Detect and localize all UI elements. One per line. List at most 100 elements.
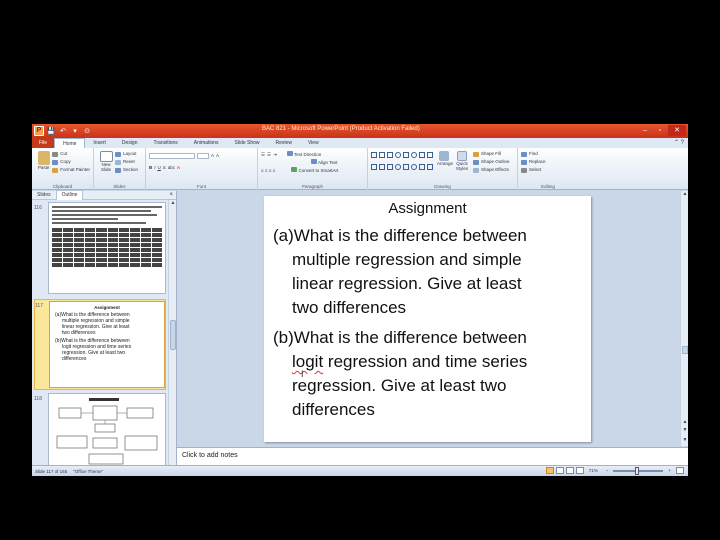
underline-icon[interactable]: U [158, 164, 161, 172]
font-color-icon[interactable]: A [177, 164, 180, 172]
indent-icon[interactable]: ⇥ [273, 151, 277, 159]
tab-review[interactable]: Review [268, 138, 300, 148]
new-slide-button[interactable]: New Slide [97, 150, 115, 174]
strikethrough-icon[interactable]: abc [168, 164, 175, 172]
numbering-icon[interactable]: ☰ [267, 151, 271, 159]
reset-button[interactable]: Reset [115, 158, 138, 166]
line-shape-icon[interactable] [379, 152, 385, 158]
scroll-up-icon[interactable]: ▲ [681, 191, 688, 197]
bracket-shape-icon[interactable] [371, 163, 377, 170]
tab-animations[interactable]: Animations [186, 138, 227, 148]
slide-sorter-icon[interactable] [555, 467, 564, 474]
square-shape-icon[interactable] [403, 152, 409, 158]
close-button[interactable]: ✕ [668, 125, 686, 136]
copy-button[interactable]: Copy [52, 158, 90, 166]
cross-shape-icon[interactable] [403, 163, 409, 170]
triangle-shape-icon[interactable] [419, 152, 425, 158]
previous-slide-icon[interactable]: ▲ [681, 419, 688, 425]
slideshow-icon[interactable] [575, 467, 584, 474]
section-button[interactable]: Section [115, 166, 138, 174]
shape-effects-button[interactable]: Shape Effects [473, 166, 510, 174]
pane-scrollbar[interactable]: ▲ [168, 200, 176, 469]
tab-home[interactable]: Home [54, 138, 86, 148]
new-slide-icon [99, 151, 113, 162]
grow-font-icon[interactable]: A [211, 152, 214, 160]
circle-shape-icon[interactable] [411, 152, 417, 158]
slide-thumbnail-118[interactable]: 118 [34, 393, 166, 469]
scroll-thumb[interactable] [682, 346, 688, 354]
star-shape-icon[interactable] [419, 163, 425, 170]
scroll-up-icon[interactable]: ▲ [169, 200, 177, 207]
normal-view-icon[interactable] [545, 467, 554, 474]
tab-view[interactable]: View [300, 138, 327, 148]
align-text-button[interactable]: Align Text [311, 159, 337, 167]
customize-qat-icon[interactable]: ⊙ [82, 127, 92, 136]
zoom-in-icon[interactable]: + [665, 468, 674, 473]
shapes-gallery[interactable] [371, 152, 434, 174]
arrange-button[interactable]: Arrange [437, 150, 453, 174]
tab-outline[interactable]: Outline [55, 190, 84, 200]
donut-shape-icon[interactable] [411, 163, 417, 170]
italic-icon[interactable]: I [154, 164, 155, 172]
slide-thumbnail-117[interactable]: 117 Assignment (a)What is the difference… [34, 299, 166, 390]
bullets-icon[interactable]: ☰ [261, 151, 265, 159]
arrow-shape-icon[interactable] [387, 152, 393, 158]
close-pane-icon[interactable]: × [169, 192, 173, 198]
shrink-font-icon[interactable]: A [216, 152, 219, 160]
scroll-thumb[interactable] [170, 320, 176, 350]
zoom-level[interactable]: 71% [586, 468, 601, 473]
rectangle-shape-icon[interactable] [371, 152, 377, 158]
tab-slides[interactable]: Slides [32, 191, 56, 200]
tab-design[interactable]: Design [114, 138, 146, 148]
question-b-line3: regression. Give at least two [273, 374, 573, 398]
paste-button[interactable]: Paste [35, 150, 52, 174]
select-button[interactable]: Select [521, 166, 575, 174]
text-direction-button[interactable]: Text Direction [286, 151, 321, 159]
quick-styles-button[interactable]: Quick Styles [454, 150, 470, 174]
shape-outline-button[interactable]: Shape Outline [473, 158, 510, 166]
slide-scrollbar[interactable]: ▲ ▲ ▼ ▼ [680, 191, 688, 446]
freeform-shape-icon[interactable] [387, 163, 393, 170]
smile-shape-icon[interactable] [395, 163, 401, 170]
shadow-icon[interactable]: S [163, 164, 166, 172]
curve-shape-icon[interactable] [379, 163, 385, 170]
tab-file[interactable]: File [32, 138, 55, 148]
font-group: AA B I U Sabc A Font [146, 148, 258, 190]
save-icon[interactable]: 💾 [46, 127, 56, 136]
fit-to-window-icon[interactable] [676, 467, 684, 474]
zoom-knob[interactable] [635, 466, 640, 475]
replace-button[interactable]: Replace [521, 158, 575, 166]
more-shapes-icon[interactable] [427, 163, 433, 170]
smartart-button[interactable]: Convert to SmartArt [291, 167, 338, 175]
current-slide[interactable]: Assignment (a)What is the difference bet… [264, 196, 591, 442]
tab-insert[interactable]: Insert [85, 138, 114, 148]
question-a-line1: (a)What is the difference between [273, 226, 527, 245]
find-button[interactable]: Find [521, 150, 575, 158]
dropdown-icon[interactable]: ▾ [70, 127, 80, 136]
tab-transitions[interactable]: Transitions [146, 138, 186, 148]
maximize-button[interactable]: ▫ [653, 125, 667, 136]
shape-fill-button[interactable]: Shape Fill [473, 150, 510, 158]
slide-content[interactable]: (a)What is the difference between multip… [273, 224, 573, 428]
scroll-down-icon[interactable]: ▼ [681, 437, 688, 443]
align-icons[interactable]: ≡ ≡ ≡ ≡ [261, 167, 275, 175]
undo-icon[interactable]: ↶ [58, 127, 68, 136]
tab-slide-show[interactable]: Slide Show [227, 138, 268, 148]
format-painter-button[interactable]: Format Painter [52, 166, 90, 174]
powerpoint-logo-icon[interactable]: P [34, 126, 44, 136]
font-name-box[interactable] [149, 153, 195, 159]
help-icon[interactable]: ⌃ ? [674, 139, 684, 146]
slide-title[interactable]: Assignment [264, 200, 591, 217]
minimize-button[interactable]: – [638, 125, 652, 136]
reading-view-icon[interactable] [565, 467, 574, 474]
zoom-slider[interactable] [613, 466, 664, 475]
next-slide-icon[interactable]: ▼ [681, 427, 688, 433]
oval-shape-icon[interactable] [395, 152, 401, 158]
slide-thumbnail-116[interactable]: 116 [34, 202, 166, 297]
block-shape-icon[interactable] [427, 152, 433, 158]
font-size-box[interactable] [197, 153, 209, 159]
bold-icon[interactable]: B [149, 164, 152, 172]
layout-button[interactable]: Layout [115, 150, 138, 158]
zoom-out-icon[interactable]: − [603, 468, 612, 473]
cut-button[interactable]: Cut [52, 150, 90, 158]
